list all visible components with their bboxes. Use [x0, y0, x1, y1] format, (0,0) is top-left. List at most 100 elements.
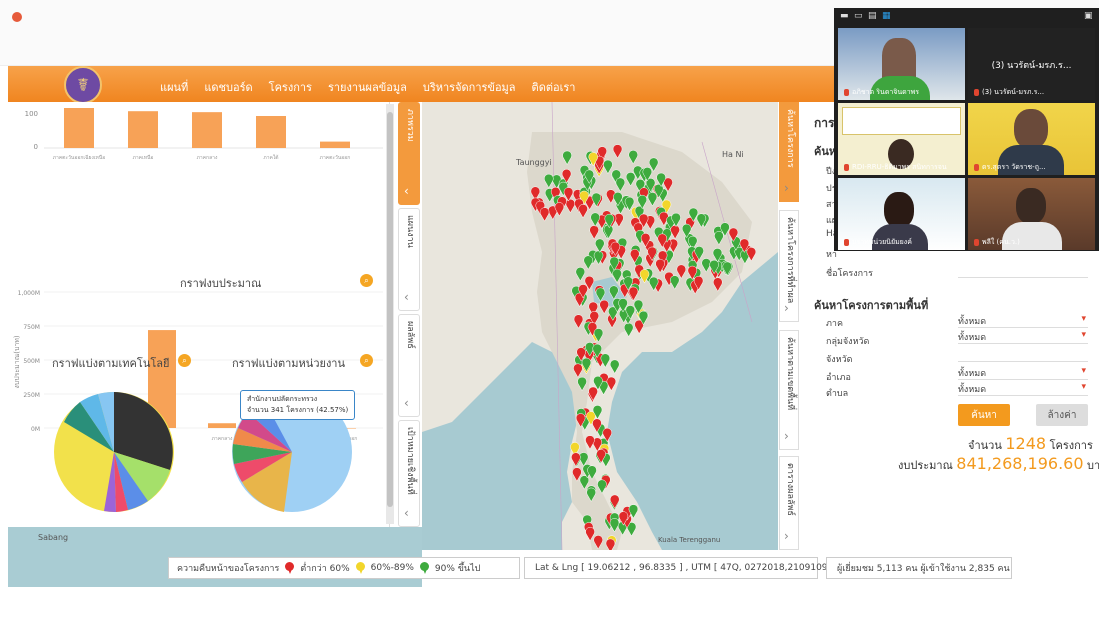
province-group-select[interactable]: ทั้งหมด ▾ [958, 330, 1088, 344]
project-pin[interactable] [722, 261, 732, 276]
project-pin[interactable] [623, 322, 634, 338]
project-pin[interactable] [605, 538, 616, 550]
project-pin[interactable] [562, 150, 572, 166]
project-pin[interactable] [565, 199, 576, 214]
project-pin[interactable] [585, 435, 595, 450]
project-pin[interactable] [578, 204, 588, 219]
project-name-input[interactable] [958, 264, 1088, 278]
project-pin[interactable] [610, 494, 620, 509]
tab-plans[interactable]: แผนงาน ‹ [398, 208, 420, 311]
project-pin[interactable] [577, 376, 587, 392]
tab-search-area[interactable]: ค้นหาตามเขตพื้นที่ › [779, 330, 799, 450]
project-pin[interactable] [588, 386, 598, 402]
participant-name-text: บราทหน่วยนิยัมยงค์ [852, 238, 912, 246]
options-icon[interactable]: ▣ [1084, 11, 1093, 21]
top-bar [256, 116, 286, 148]
tab-search-results[interactable]: ค้นหาโครงการที่ทำผล › [779, 210, 799, 322]
project-pin[interactable] [586, 487, 596, 502]
tab-area-targets[interactable]: เป้าหมายเชิงพื้นที่ ‹ [398, 420, 420, 527]
project-pin[interactable] [589, 225, 599, 240]
project-pin[interactable] [587, 465, 597, 480]
project-pin[interactable] [539, 207, 550, 222]
project-pin[interactable] [554, 202, 565, 217]
clear-button[interactable]: ล้างค่า [1036, 404, 1088, 426]
project-pin[interactable] [628, 286, 639, 302]
project-pin[interactable] [590, 212, 600, 227]
project-pin[interactable] [603, 224, 614, 239]
nav-data-management[interactable]: บริหารจัดการข้อมูล [423, 78, 516, 96]
speaker-view-icon[interactable]: ▤ [868, 11, 877, 21]
project-pin[interactable] [571, 452, 581, 467]
project-pin[interactable] [676, 264, 687, 279]
project-pin[interactable] [581, 357, 592, 373]
layout-icon[interactable]: ▭ [854, 11, 863, 21]
tab-results[interactable]: ผลลัพธ์ ‹ [398, 314, 420, 417]
project-pin[interactable] [606, 376, 617, 392]
project-pin[interactable] [575, 267, 586, 282]
project-pin[interactable] [583, 255, 593, 270]
project-pin[interactable] [603, 159, 613, 175]
zoom-unit-pie-icon[interactable]: ⌕ [360, 354, 373, 367]
legend-item-high: 90% ขึ้นไป [434, 564, 481, 574]
project-pin[interactable] [612, 144, 623, 159]
project-pin[interactable] [544, 173, 554, 189]
video-call-overlay: ▬ ▭ ▤ ▦ ▣ อภิชาต รินดาจินดาพร (3) นวรัตน… [834, 8, 1099, 251]
zoom-tech-pie-icon[interactable]: ⌕ [178, 354, 191, 367]
project-pin[interactable] [746, 247, 757, 262]
project-pin[interactable] [573, 363, 583, 378]
nav-reports[interactable]: รายงานผลข้อมูล [328, 78, 407, 96]
participant-tile[interactable]: (3) นวรัตน์-มรภ.ร... (3) นวรัตน์-มรภ.ร..… [968, 28, 1095, 100]
participant-tile[interactable]: RDI-RRU-ธิติมาพร สนิทการจน [838, 103, 965, 175]
minimize-icon[interactable]: ▬ [840, 11, 849, 21]
project-pin[interactable] [612, 268, 622, 284]
project-pin[interactable] [609, 359, 620, 374]
participant-tile[interactable]: อภิชาต รินดาจินดาพร [838, 28, 965, 100]
tab-search-projects[interactable]: ค้นหาโครงการ › [779, 102, 799, 202]
logo-emblem-icon: ☤ [76, 74, 90, 96]
project-pin[interactable] [714, 231, 724, 246]
region-select[interactable]: ทั้งหมด ▾ [958, 314, 1088, 328]
project-pin[interactable] [600, 353, 611, 368]
project-pin[interactable] [713, 277, 723, 292]
participant-tile[interactable]: พลีใ (คน.ว.) [968, 178, 1095, 250]
site-logo[interactable]: ☤ [64, 66, 102, 104]
project-pin[interactable] [573, 314, 584, 329]
project-pin[interactable] [593, 535, 603, 550]
nav-projects[interactable]: โครงการ [269, 78, 312, 96]
chevron-down-icon: ▾ [1081, 382, 1086, 392]
project-pin[interactable] [628, 150, 638, 165]
project-pin[interactable] [578, 452, 589, 467]
project-pin[interactable] [670, 275, 680, 290]
tab-results-table[interactable]: ตารางผลลัพธ์ › [779, 456, 799, 550]
project-pin[interactable] [609, 518, 620, 533]
district-select[interactable]: ทั้งหมด ▾ [958, 366, 1088, 380]
project-pin[interactable] [595, 287, 606, 302]
participant-name: ดร.สุตรา วัดราช-ถู... [974, 162, 1046, 173]
participant-tile[interactable]: ดร.สุตรา วัดราช-ถู... [968, 103, 1095, 175]
project-map[interactable]: Taunggyi Ha Ni Kuala Terengganu [422, 102, 778, 550]
project-pin[interactable] [595, 238, 605, 253]
project-pin[interactable] [625, 172, 636, 187]
project-pin[interactable] [670, 225, 680, 240]
project-pin[interactable] [701, 258, 711, 273]
map-label: Sabang [38, 533, 69, 542]
province-select[interactable] [958, 348, 1088, 362]
nav-contact[interactable]: ติดต่อเรา [532, 78, 576, 96]
project-pin[interactable] [647, 192, 658, 207]
main-nav: แผนที่ แดชบอร์ด โครงการ รายงานผลข้อมูล บ… [160, 78, 575, 96]
project-pin[interactable] [615, 177, 626, 192]
tab-overview[interactable]: ภาพรวม ‹ [398, 102, 420, 205]
project-pin[interactable] [609, 285, 619, 300]
budget-chart-ylabel: งบประมาณ(บาท) [13, 335, 21, 389]
participant-tile[interactable]: บราทหน่วยนิยัมยงค์ [838, 178, 965, 250]
gallery-view-icon[interactable]: ▦ [882, 11, 891, 21]
project-pin[interactable] [597, 479, 607, 494]
project-pin[interactable] [599, 299, 609, 315]
subdistrict-select[interactable]: ทั้งหมด ▾ [958, 382, 1088, 396]
search-button[interactable]: ค้นหา [958, 404, 1010, 426]
participant-name-text: อภิชาต รินดาจินดาพร [852, 88, 920, 96]
left-panel-scroll-thumb[interactable] [387, 112, 393, 507]
nav-dashboard[interactable]: แดชบอร์ด [204, 78, 252, 96]
nav-map[interactable]: แผนที่ [160, 78, 188, 96]
project-pin[interactable] [585, 527, 595, 542]
